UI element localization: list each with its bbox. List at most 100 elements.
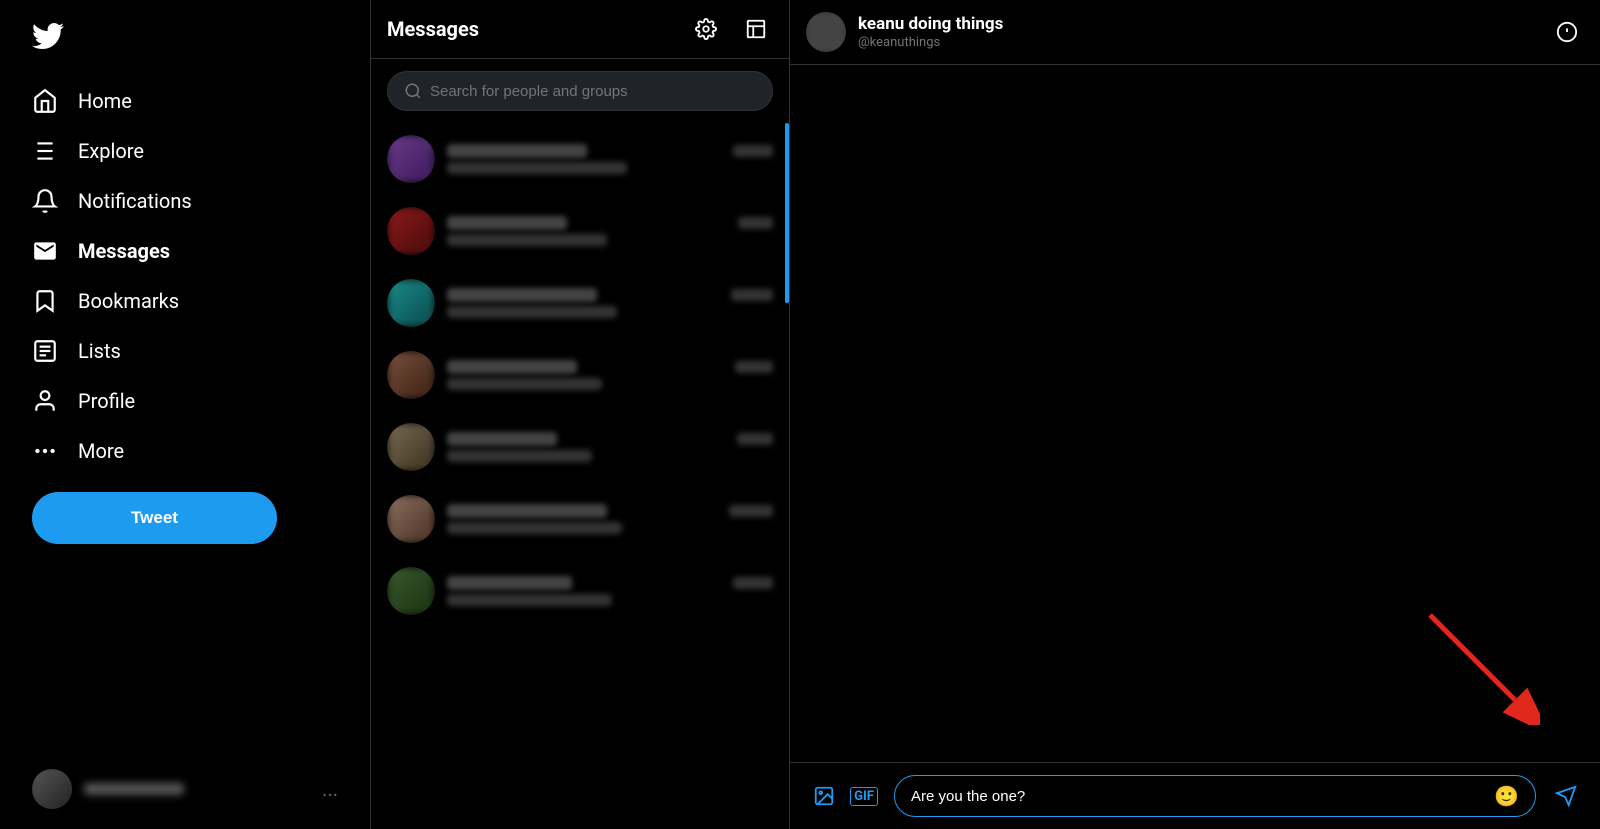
more-icon <box>32 438 58 464</box>
scroll-indicator <box>781 123 789 829</box>
home-icon <box>32 88 58 114</box>
chat-input-area: GIF 🙂 <box>790 762 1600 829</box>
sidebar-item-explore-label: Explore <box>78 139 144 163</box>
sidebar-item-messages[interactable]: Messages <box>16 226 354 276</box>
sidebar-item-home[interactable]: Home <box>16 76 354 126</box>
avatar <box>387 351 435 399</box>
list-item[interactable] <box>371 483 789 555</box>
message-content <box>447 576 773 606</box>
info-button[interactable] <box>1550 15 1584 49</box>
messages-title: Messages <box>387 17 479 41</box>
sidebar-user-info <box>84 783 310 795</box>
avatar <box>387 207 435 255</box>
sidebar-item-lists[interactable]: Lists <box>16 326 354 376</box>
twitter-bird-icon <box>32 20 64 52</box>
compose-icon <box>745 18 767 40</box>
message-sender-name <box>447 216 567 230</box>
avatar <box>32 769 72 809</box>
chat-user-info: keanu doing things @keanuthings <box>858 14 1538 49</box>
search-bar[interactable] <box>387 71 773 111</box>
message-content <box>447 144 773 174</box>
message-sender-name <box>447 576 572 590</box>
message-preview <box>447 234 607 246</box>
list-item[interactable] <box>371 339 789 411</box>
message-time <box>731 289 773 301</box>
notifications-icon <box>32 188 58 214</box>
avatar <box>387 279 435 327</box>
chat-input-wrapper[interactable]: 🙂 <box>894 775 1536 817</box>
sidebar-item-bookmarks-label: Bookmarks <box>78 289 179 313</box>
settings-button[interactable] <box>689 12 723 46</box>
search-icon <box>404 82 422 100</box>
message-time <box>735 361 773 373</box>
chat-header: keanu doing things @keanuthings <box>790 0 1600 65</box>
sidebar: Home Explore Notifications <box>0 0 370 829</box>
avatar <box>387 423 435 471</box>
message-preview <box>447 522 622 534</box>
lists-icon <box>32 338 58 364</box>
explore-icon <box>32 138 58 164</box>
twitter-logo[interactable] <box>16 8 354 68</box>
avatar <box>387 495 435 543</box>
message-content <box>447 432 773 462</box>
message-preview <box>447 450 592 462</box>
messages-header: Messages <box>371 0 789 59</box>
message-sender-name <box>447 504 607 518</box>
list-item[interactable] <box>371 195 789 267</box>
message-sender-name <box>447 144 587 158</box>
main-nav: Home Explore Notifications <box>16 76 354 476</box>
scroll-thumb <box>785 123 789 303</box>
gif-button[interactable]: GIF <box>846 778 882 814</box>
bookmarks-icon <box>32 288 58 314</box>
sidebar-more-options[interactable]: ... <box>322 777 338 801</box>
message-sender-name <box>447 432 557 446</box>
profile-icon <box>32 388 58 414</box>
message-time <box>737 433 773 445</box>
message-content <box>447 360 773 390</box>
sidebar-item-messages-label: Messages <box>78 239 170 263</box>
send-icon <box>1555 785 1577 807</box>
messages-header-icons <box>689 12 773 46</box>
list-item[interactable] <box>371 411 789 483</box>
message-sender-name <box>447 288 597 302</box>
gear-icon <box>695 18 717 40</box>
tweet-button[interactable]: Tweet <box>32 492 277 544</box>
sidebar-item-home-label: Home <box>78 89 132 113</box>
sidebar-item-explore[interactable]: Explore <box>16 126 354 176</box>
message-content <box>447 216 773 246</box>
chat-panel: keanu doing things @keanuthings <box>790 0 1600 829</box>
sidebar-item-notifications-label: Notifications <box>78 189 192 213</box>
send-button[interactable] <box>1548 778 1584 814</box>
sidebar-item-bookmarks[interactable]: Bookmarks <box>16 276 354 326</box>
info-icon <box>1556 21 1578 43</box>
sidebar-item-more[interactable]: More <box>16 426 354 476</box>
sidebar-item-profile-label: Profile <box>78 389 135 413</box>
chat-header-right <box>1550 15 1584 49</box>
messages-icon <box>32 238 58 264</box>
search-input[interactable] <box>430 83 756 100</box>
image-icon <box>813 785 835 807</box>
gif-label: GIF <box>850 787 878 806</box>
compose-message-button[interactable] <box>739 12 773 46</box>
sidebar-item-profile[interactable]: Profile <box>16 376 354 426</box>
list-item[interactable] <box>371 555 789 627</box>
chat-messages <box>790 65 1600 762</box>
sidebar-item-lists-label: Lists <box>78 339 121 363</box>
list-item[interactable] <box>371 123 789 195</box>
avatar <box>387 135 435 183</box>
image-button[interactable] <box>806 778 842 814</box>
message-content <box>447 504 773 534</box>
list-item[interactable] <box>371 267 789 339</box>
avatar <box>387 567 435 615</box>
message-time <box>729 505 773 517</box>
message-content <box>447 288 773 318</box>
sidebar-item-notifications[interactable]: Notifications <box>16 176 354 226</box>
message-preview <box>447 306 617 318</box>
messages-list <box>371 123 789 829</box>
message-preview <box>447 378 602 390</box>
sidebar-user-section[interactable]: ... <box>16 757 354 821</box>
sidebar-item-more-label: More <box>78 439 124 463</box>
message-input[interactable] <box>911 788 1486 805</box>
message-preview <box>447 162 627 174</box>
emoji-button[interactable]: 🙂 <box>1494 784 1519 808</box>
